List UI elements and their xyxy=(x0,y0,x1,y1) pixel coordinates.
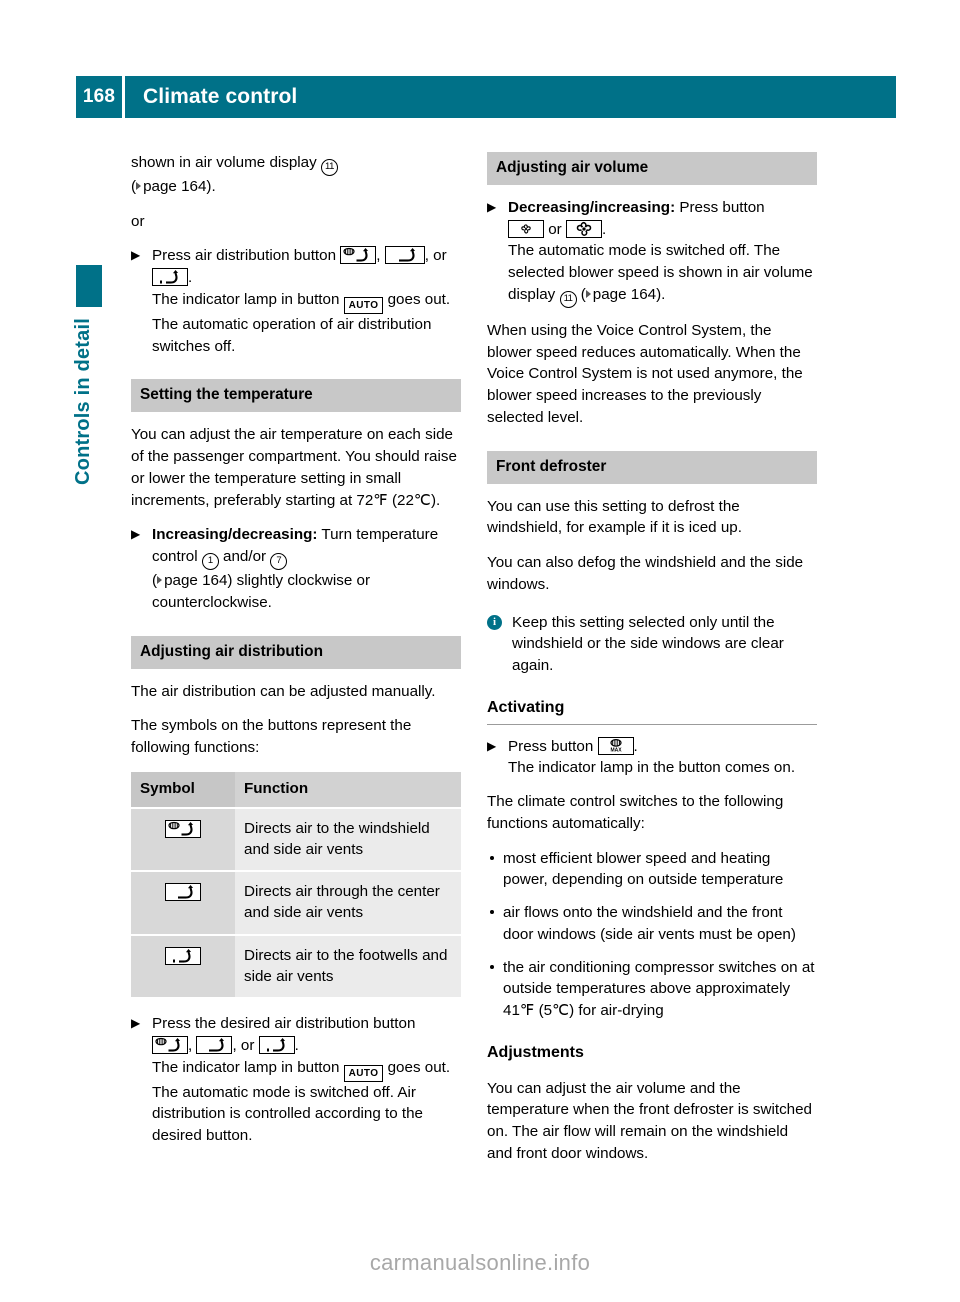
table-header-row: Symbol Function xyxy=(131,771,461,808)
symbol-function-table: Symbol Function Directs air to the winds… xyxy=(131,771,461,998)
info-icon: i xyxy=(487,614,502,630)
function-cell: Directs air to the windshield and side a… xyxy=(235,806,461,872)
air-distribution-para-1: The air distribution can be adjusted man… xyxy=(131,682,436,700)
callout-11: 11 xyxy=(320,159,338,176)
air-distribution-footwell-icon xyxy=(165,946,201,965)
air-distribution-center-icon[interactable] xyxy=(384,246,425,265)
table-row: Directs air to the windshield and side a… xyxy=(131,806,461,872)
setting-temperature-body: You can adjust the air temperature on ea… xyxy=(131,426,457,509)
chapter-tab-label: Controls in detail xyxy=(72,318,94,485)
step-arrow-icon: ▶ xyxy=(131,527,141,542)
step-press-air-distribution: ▶ Press air distribution button , , or .… xyxy=(131,246,451,355)
step-press-defroster-button: ▶ Press button MAX. The indicator lamp i… xyxy=(487,736,796,777)
list-item: air flows onto the windshield and the fr… xyxy=(487,902,817,945)
page-header-bar: 168 Climate control xyxy=(76,76,896,118)
subsection-heading-activating: Activating xyxy=(487,697,817,725)
or-separator: or xyxy=(131,212,145,230)
section-heading-adjusting-air-distribution: Adjusting air distribution xyxy=(131,635,461,669)
auto-button-icon[interactable]: AUTO xyxy=(343,1064,384,1082)
symbol-cell xyxy=(131,933,235,998)
section-heading-front-defroster: Front defroster xyxy=(487,450,817,484)
callout-11: 11 xyxy=(559,290,577,308)
function-cell: Directs air through the center and side … xyxy=(235,870,461,935)
left-text-column: shown in air volume display 11 (page 164… xyxy=(131,152,461,1159)
adjustments-paragraph: You can adjust the air volume and the te… xyxy=(487,1079,813,1162)
air-distribution-footwell-icon[interactable] xyxy=(258,1035,295,1054)
step-press-desired-button: ▶ Press the desired air distribution but… xyxy=(131,1015,451,1145)
column-header-function: Function xyxy=(235,771,461,808)
section-heading-setting-temperature: Setting the temperature xyxy=(131,379,461,413)
continued-paragraph: shown in air volume display 11 (page 164… xyxy=(131,152,461,198)
air-distribution-windshield-icon[interactable] xyxy=(152,1035,188,1054)
front-defroster-para-2: You can also defog the windshield and th… xyxy=(487,554,804,593)
page-number: 168 xyxy=(82,86,116,107)
subsection-heading-adjustments: Adjustments xyxy=(487,1043,584,1061)
front-defroster-para-1: You can use this setting to defrost the … xyxy=(487,497,742,537)
chapter-tab-marker xyxy=(76,265,102,307)
page-ref-icon xyxy=(136,182,142,190)
air-distribution-center-icon[interactable] xyxy=(196,1035,233,1054)
info-note-text: Keep this setting selected only until th… xyxy=(512,613,784,675)
activating-result-2: The climate control switches to the foll… xyxy=(487,793,784,832)
step-decreasing-increasing: ▶ Decreasing/increasing: Press button or… xyxy=(487,197,817,308)
voice-control-paragraph: When using the Voice Control System, the… xyxy=(487,321,803,426)
page-ref-icon xyxy=(157,576,163,585)
step-arrow-icon: ▶ xyxy=(487,200,497,215)
step-increasing-decreasing: ▶ Increasing/decreasing: Turn temperatur… xyxy=(131,526,439,611)
svg-text:MAX: MAX xyxy=(610,747,622,753)
auto-button-icon[interactable]: AUTO xyxy=(343,296,384,314)
callout-1: 1 xyxy=(201,553,219,571)
list-item: the air conditioning compressor switches… xyxy=(487,957,817,1022)
blower-increase-icon[interactable] xyxy=(565,219,602,238)
function-cell: Directs air to the footwells and side ai… xyxy=(235,933,461,998)
air-distribution-para-2: The symbols on the buttons represent the… xyxy=(131,717,412,757)
step-arrow-icon: ▶ xyxy=(487,738,497,753)
blower-decrease-icon[interactable] xyxy=(508,219,544,238)
air-distribution-windshield-icon xyxy=(165,819,201,838)
page-title: Climate control xyxy=(143,85,298,108)
symbol-cell xyxy=(131,806,235,872)
step-arrow-icon: ▶ xyxy=(131,1016,141,1031)
section-heading-adjusting-air-volume: Adjusting air volume xyxy=(487,152,817,186)
symbol-cell xyxy=(131,870,235,935)
activating-function-list: most efficient blower speed and heating … xyxy=(487,848,817,1022)
air-distribution-windshield-icon[interactable] xyxy=(340,246,377,265)
table-row: Directs air through the center and side … xyxy=(131,870,461,935)
callout-7: 7 xyxy=(270,553,288,571)
right-text-column: Adjusting air volume ▶ Decreasing/increa… xyxy=(487,152,817,1178)
air-distribution-footwell-icon[interactable] xyxy=(152,268,188,287)
column-header-symbol: Symbol xyxy=(131,771,235,808)
info-note: i Keep this setting selected only until … xyxy=(487,612,817,677)
table-row: Directs air to the footwells and side ai… xyxy=(131,933,461,998)
page-ref-icon xyxy=(585,289,591,298)
list-item: most efficient blower speed and heating … xyxy=(487,848,817,891)
defroster-max-icon[interactable]: MAX xyxy=(597,736,634,755)
step-arrow-icon: ▶ xyxy=(131,248,141,263)
site-watermark: carmanualsonline.info xyxy=(369,1250,591,1275)
air-distribution-center-icon xyxy=(165,883,201,902)
